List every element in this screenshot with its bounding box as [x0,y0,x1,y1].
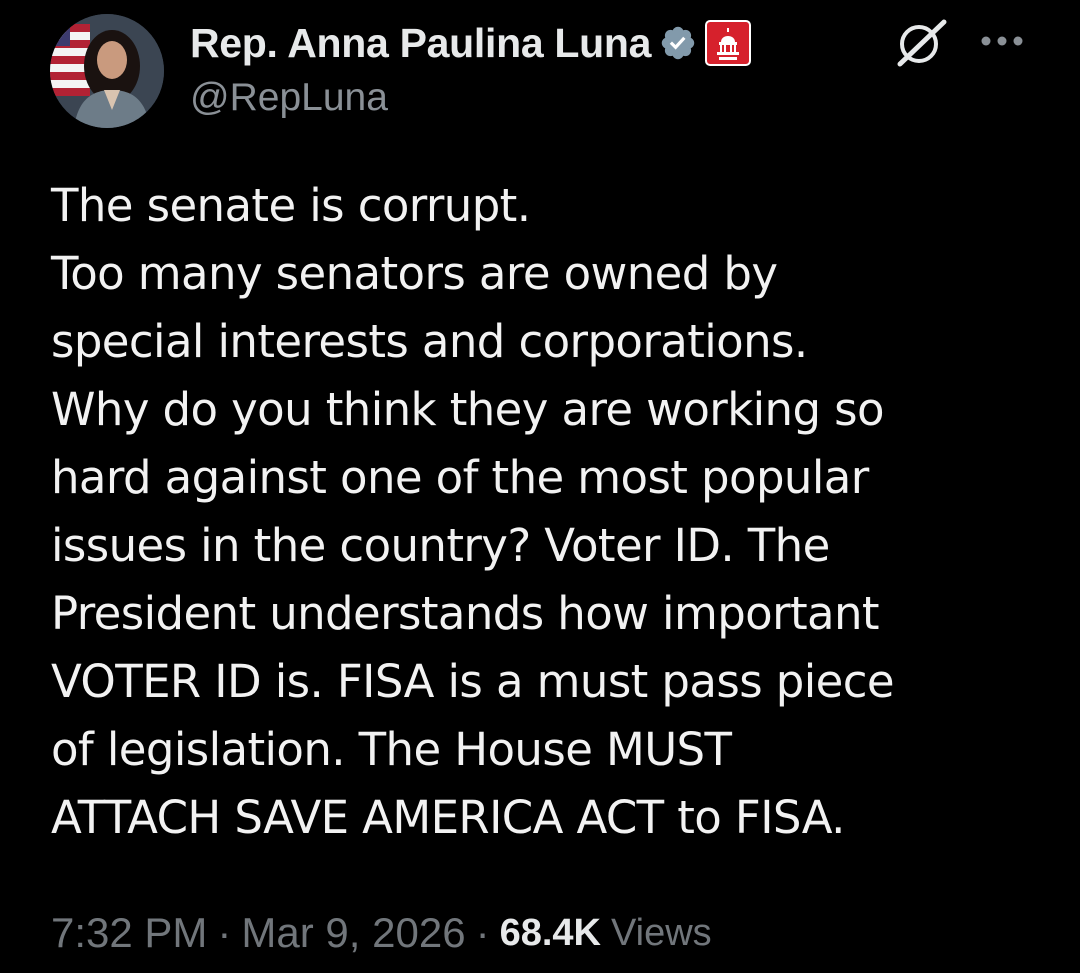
tweet-text: The senate is corrupt. Too many senators… [51,172,1061,852]
views-label: Views [610,911,712,954]
tweet-text-line: of legislation. The House MUST [51,723,732,776]
tweet-text-line: special interests and corporations. [51,315,808,368]
tweet-text-line: Too many senators are owned by [51,247,778,300]
author-display-name[interactable]: Rep. Anna Paulina Luna [190,20,651,67]
tweet-text-line: Why do you think they are working so [51,383,885,436]
tweet-text-line: The senate is corrupt. [51,179,531,232]
author-name-row: Rep. Anna Paulina Luna [190,16,752,70]
tweet-date[interactable]: Mar 9, 2026 [241,909,465,957]
author-handle[interactable]: @RepLuna [190,76,388,120]
tweet: Rep. Anna Paulina Luna @RepLuna The sena… [0,0,1080,973]
tweet-text-line: ATTACH SAVE AMERICA ACT to FISA. [51,791,845,844]
tweet-meta: 7:32 PM · Mar 9, 2026 · 68.4K Views [51,903,712,963]
tweet-text-line: hard against one of the most popular [51,451,869,504]
meta-separator: · [217,909,232,956]
grok-icon[interactable] [892,18,950,68]
meta-separator: · [475,909,490,956]
house-gop-affiliate-icon[interactable] [705,20,752,66]
more-options-icon[interactable] [975,28,1029,54]
tweet-text-line: issues in the country? Voter ID. The [51,519,830,572]
tweet-text-line: VOTER ID is. FISA is a must pass piece [51,655,895,708]
avatar-photo [50,14,164,128]
author-avatar[interactable] [50,14,164,128]
tweet-text-line: President understands how important [51,587,880,640]
views-count: 68.4K [499,911,601,954]
verified-badge-icon [659,24,697,62]
tweet-time[interactable]: 7:32 PM [51,909,207,957]
